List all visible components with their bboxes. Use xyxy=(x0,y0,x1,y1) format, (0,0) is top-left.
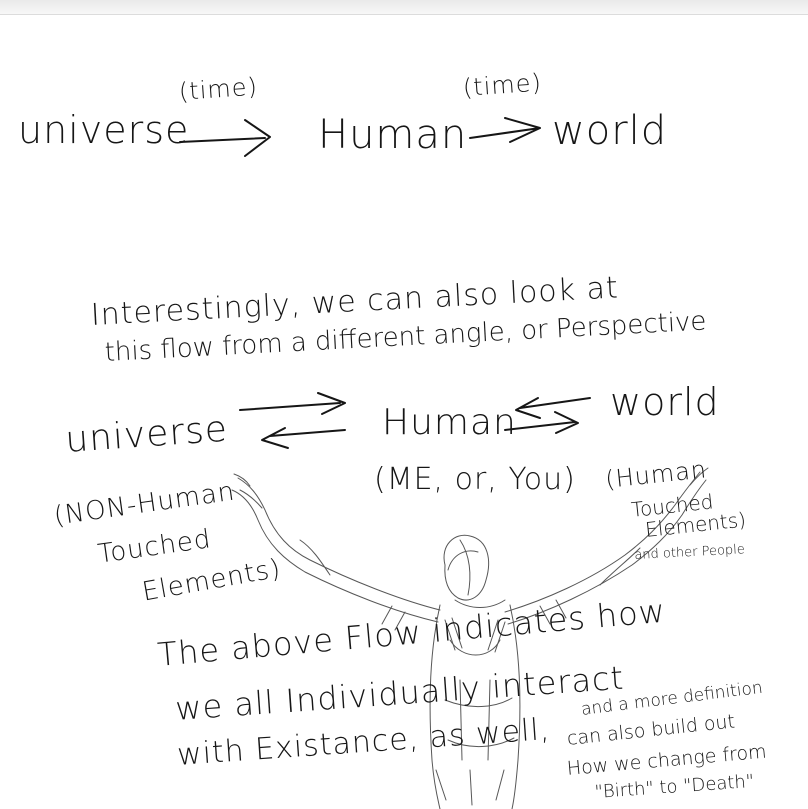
arrow-human-to-universe xyxy=(261,427,346,449)
diagram1-time-label-2: (time) xyxy=(462,68,543,102)
diagram1-world-label: world xyxy=(552,108,668,154)
diagram1-universe-label: universe xyxy=(18,108,190,152)
arrow-world-to-human xyxy=(515,397,591,419)
diagram2-human-label: Human xyxy=(382,402,517,443)
diagram2-human-note: (ME, or, You) xyxy=(374,462,576,497)
diagram2-world-label: world xyxy=(610,380,720,424)
diagram1-human-label: Human xyxy=(318,112,468,158)
diagram1-time-label-1: (time) xyxy=(178,72,259,106)
drawing-canvas[interactable]: universe (time) Human (time) world Inter… xyxy=(0,0,808,809)
arrow-universe-to-human xyxy=(239,392,346,415)
